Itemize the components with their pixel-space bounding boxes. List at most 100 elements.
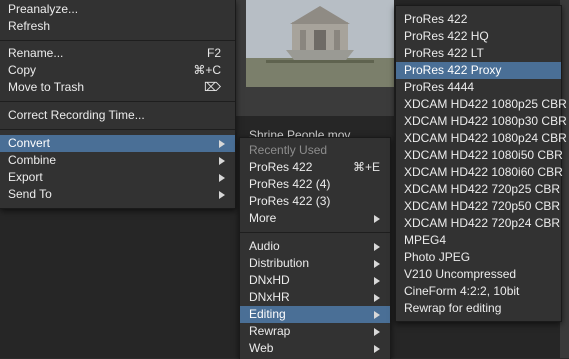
clip-thumbnail[interactable] [246,0,394,87]
menu-item-dnxhr[interactable]: DNxHR [240,289,390,306]
menu-item-label: Copy [8,63,37,77]
menu-item-label: Move to Trash [8,80,85,94]
menu-item-label: ProRes 422 Proxy [404,63,502,77]
submenu-arrow-icon [374,277,380,285]
menu-item-correct-recording-time[interactable]: Correct Recording Time... [0,107,235,124]
menu-item-dnxhd[interactable]: DNxHD [240,272,390,289]
menu-item-move-to-trash[interactable]: Move to Trash ⌦ [0,79,235,96]
menu-separator [0,101,235,102]
menu-item-label: XDCAM HD422 1080i60 CBR [404,165,563,179]
submenu-arrow-icon [219,157,225,165]
menu-separator [0,40,235,41]
menu-item-prores-422-recent[interactable]: ProRes 422 ⌘+E [240,159,390,176]
submenu-arrow-icon [219,191,225,199]
menu-item-label: Rename... [8,46,64,60]
menu-item-xdcam-1080p25[interactable]: XDCAM HD422 1080p25 CBR [396,96,567,113]
menu-item-label: ProRes 422 LT [404,46,484,60]
menu-separator [240,232,390,233]
menu-item-convert[interactable]: Convert [0,135,235,152]
menu-item-label: ProRes 422 (3) [249,194,331,208]
menu-item-label: DNxHD [249,273,290,287]
shortcut-label: ⌘+E [352,160,380,174]
menu-item-label: XDCAM HD422 1080p25 CBR [404,97,567,111]
menu-item-label: XDCAM HD422 1080i50 CBR [404,148,563,162]
context-menu: Preanalyze... Refresh Rename... F2 Copy ⌘+… [0,0,236,209]
shortcut-label: ⌘+C [193,63,221,77]
menu-item-label: ProRes 422 [404,12,468,26]
menu-item-xdcam-1080i60[interactable]: XDCAM HD422 1080i60 CBR [396,164,563,181]
menu-item-label: V210 Uncompressed [404,267,517,281]
submenu-arrow-icon [374,328,380,336]
menu-item-xdcam-720p24[interactable]: XDCAM HD422 720p24 CBR [396,215,561,232]
menu-item-label: XDCAM HD422 1080p30 CBR [404,114,567,128]
menu-item-xdcam-720p50[interactable]: XDCAM HD422 720p50 CBR [396,198,561,215]
submenu-arrow-icon [374,243,380,251]
submenu-arrow-icon [374,215,380,223]
menu-item-refresh[interactable]: Refresh [0,18,235,35]
menu-item-label: XDCAM HD422 1080p24 CBR [404,131,567,145]
menu-item-prores-4444[interactable]: ProRes 4444 [396,79,561,96]
menu-item-label: Send To [8,187,52,201]
menu-item-more[interactable]: More [240,210,390,227]
menu-item-web[interactable]: Web [240,340,390,357]
submenu-arrow-icon [374,345,380,353]
menu-item-label: Web [249,341,274,355]
menu-item-mpeg4[interactable]: MPEG4 [396,232,561,249]
menu-item-export[interactable]: Export [0,169,235,186]
menu-item-label: Audio [249,239,280,253]
delete-key-icon: ⌦ [204,80,221,94]
submenu-arrow-icon [374,294,380,302]
shortcut-label: F2 [206,46,221,60]
submenu-arrow-icon [374,260,380,268]
menu-item-cineform[interactable]: CineForm 4:2:2, 10bit [396,283,561,300]
menu-item-label: Photo JPEG [404,250,471,264]
menu-item-label: Rewrap [249,324,291,338]
menu-item-combine[interactable]: Combine [0,152,235,169]
menu-item-label: DNxHR [249,290,290,304]
menu-item-xdcam-1080p30[interactable]: XDCAM HD422 1080p30 CBR [396,113,567,130]
menu-item-prores-422-lt[interactable]: ProRes 422 LT [396,45,561,62]
convert-submenu: Recently Used ProRes 422 ⌘+E ProRes 422 (… [239,137,391,359]
menu-item-xdcam-1080i50[interactable]: XDCAM HD422 1080i50 CBR [396,147,563,164]
menu-item-send-to[interactable]: Send To [0,186,235,203]
submenu-arrow-icon [219,174,225,182]
menu-item-prores-422-hq[interactable]: ProRes 422 HQ [396,28,561,45]
menu-item-label: Editing [249,307,286,321]
menu-item-preanalyze[interactable]: Preanalyze... [0,1,235,18]
menu-item-copy[interactable]: Copy ⌘+C [0,62,235,79]
menu-item-label: Rewrap for editing [404,301,502,315]
menu-item-xdcam-720p25[interactable]: XDCAM HD422 720p25 CBR [396,181,561,198]
menu-item-label: ProRes 4444 [404,80,475,94]
menu-item-label: Combine [8,153,57,167]
section-header-label: Recently Used [249,143,328,157]
menu-item-label: ProRes 422 (4) [249,177,331,191]
menu-item-label: ProRes 422 [249,160,313,174]
menu-item-label: More [249,211,277,225]
menu-item-rewrap[interactable]: Rewrap [240,323,390,340]
menu-item-label: XDCAM HD422 720p50 CBR [404,199,561,213]
menu-item-prores-422-4[interactable]: ProRes 422 (4) [240,176,390,193]
menu-item-v210-uncompressed[interactable]: V210 Uncompressed [396,266,561,283]
menu-item-label: CineForm 4:2:2, 10bit [404,284,520,298]
menu-item-rewrap-for-editing[interactable]: Rewrap for editing [396,300,561,317]
menu-item-label: XDCAM HD422 720p24 CBR [404,216,561,230]
menu-item-label: XDCAM HD422 720p25 CBR [404,182,561,196]
menu-item-rename[interactable]: Rename... F2 [0,45,235,62]
menu-item-label: MPEG4 [404,233,447,247]
menu-item-label: Preanalyze... [8,2,79,16]
submenu-arrow-icon [374,311,380,319]
menu-item-photo-jpeg[interactable]: Photo JPEG [396,249,561,266]
menu-item-label: Distribution [249,256,310,270]
recently-used-header: Recently Used [240,142,390,159]
menu-item-label: Convert [8,136,51,150]
menu-item-distribution[interactable]: Distribution [240,255,390,272]
menu-item-label: Refresh [8,19,51,33]
menu-item-prores-422-proxy[interactable]: ProRes 422 Proxy [396,62,561,79]
menu-item-xdcam-1080p24[interactable]: XDCAM HD422 1080p24 CBR [396,130,567,147]
menu-item-label: ProRes 422 HQ [404,29,489,43]
menu-item-label: Correct Recording Time... [8,108,145,122]
menu-item-audio[interactable]: Audio [240,238,390,255]
menu-item-editing[interactable]: Editing [240,306,390,323]
menu-item-prores-422-3[interactable]: ProRes 422 (3) [240,193,390,210]
menu-item-prores-422[interactable]: ProRes 422 [396,11,561,28]
